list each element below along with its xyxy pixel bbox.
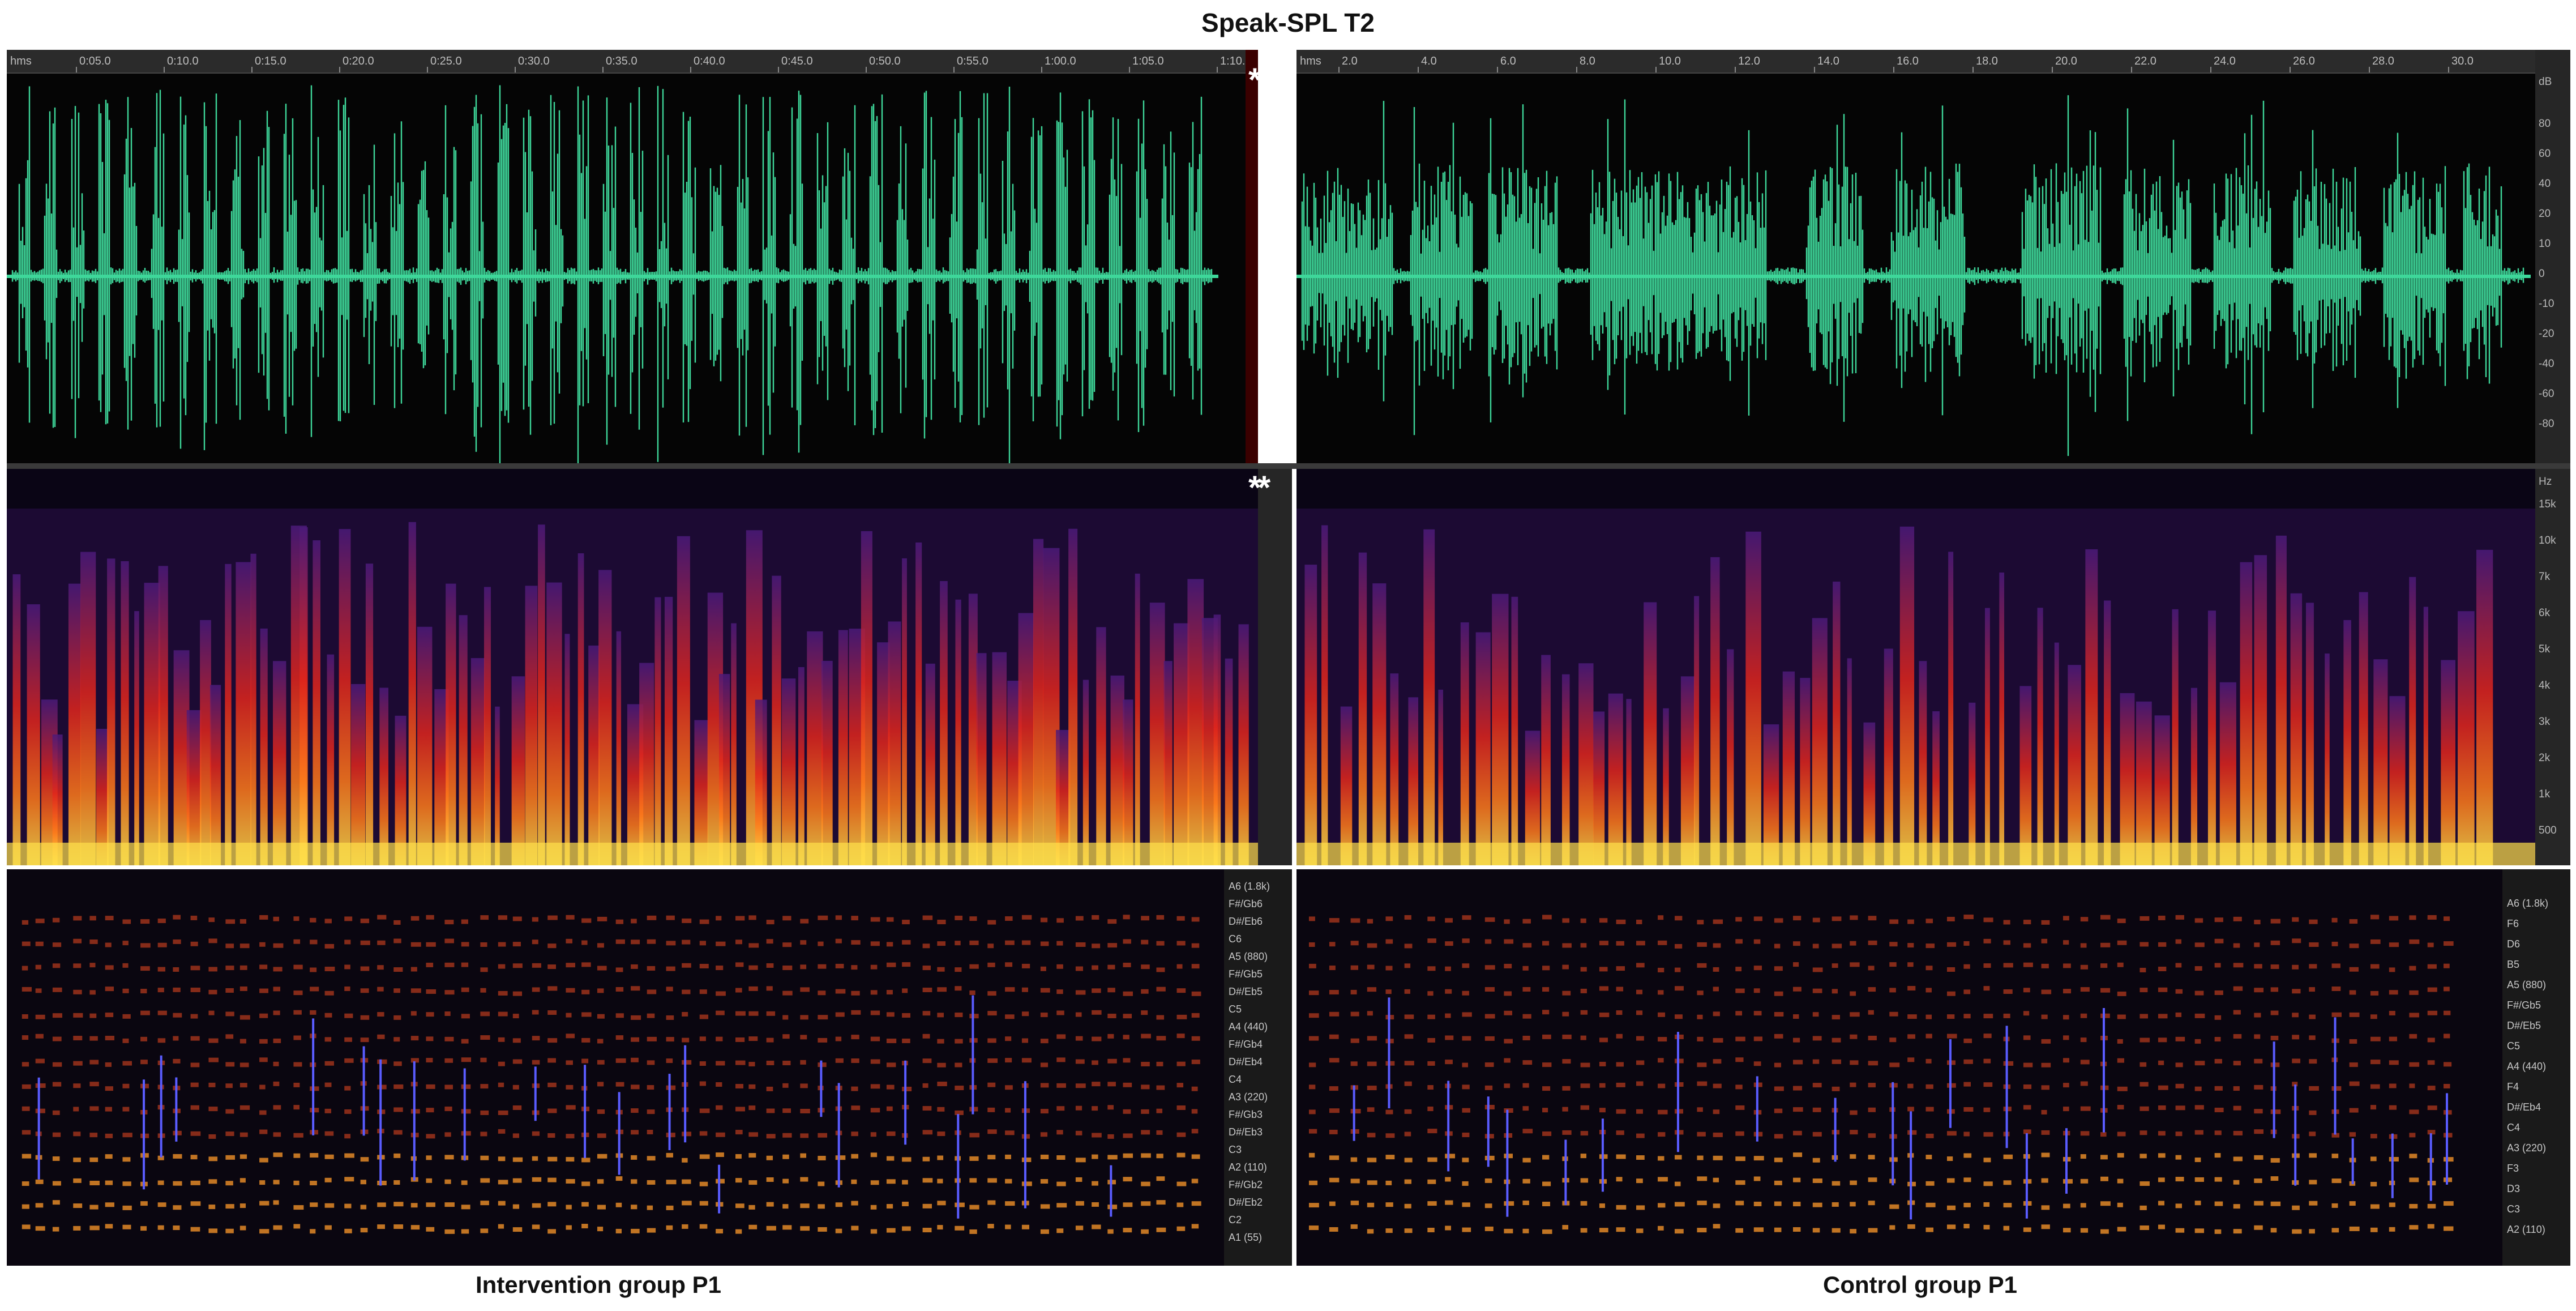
note-scale-label: F6 <box>2507 918 2519 929</box>
note-scale-label: D#/Eb4 <box>2507 1101 2541 1113</box>
left-hz-scale-strip <box>1258 469 1292 865</box>
note-scale-label: F#/Gb2 <box>1229 1179 1263 1190</box>
note-scale-label: A4 (440) <box>1229 1021 1268 1032</box>
note-scale-label: B5 <box>2507 959 2520 970</box>
note-scale-label: C5 <box>1229 1003 1242 1015</box>
db-scale-label: 80 <box>2539 118 2551 130</box>
left-pitch-panel[interactable] <box>7 869 1224 1266</box>
note-scale-label: D3 <box>2507 1183 2521 1194</box>
db-scale-label: 60 <box>2539 148 2551 160</box>
note-scale-label: A4 (440) <box>2507 1061 2547 1072</box>
right-pitch-display <box>1308 915 2454 1234</box>
note-scale-label: F#/Gb4 <box>1229 1039 1263 1050</box>
figure-title: Speak-SPL T2 <box>1201 8 1375 37</box>
note-scale-label: C6 <box>1229 933 1242 945</box>
note-scale-label: D#/Eb2 <box>1229 1197 1263 1208</box>
note-scale-label: D#/Eb6 <box>1229 916 1263 927</box>
right-note-scale: A6 (1.8k) F6 D6 B5 A5 (880) F#/Gb5 D#/Eb5 C5 A4 … <box>2502 869 2570 1266</box>
note-scale-label: A3 (220) <box>1229 1091 1268 1103</box>
note-scale-label: D#/Eb4 <box>1229 1056 1263 1067</box>
note-scale-label: A6 (1.8k) <box>2507 898 2549 909</box>
right-pitch-panel[interactable] <box>1296 869 2502 1266</box>
hz-unit-label: Hz <box>2539 476 2552 488</box>
left-waveform-panel[interactable]: hms 0:05.0 0:10.0 0:15.0 0:20.0 0:25.0 0:30.0… <box>7 50 1258 463</box>
right-caption: Control group P1 <box>1823 1271 2017 1298</box>
left-spectrogram-panel[interactable] <box>7 469 1258 865</box>
note-scale-label: C5 <box>2507 1040 2521 1052</box>
hz-scale-label: 15k <box>2539 498 2556 510</box>
note-scale-label: C4 <box>2507 1122 2521 1133</box>
note-scale-label: F#/Gb5 <box>1229 968 1263 980</box>
note-scale-label: C3 <box>1229 1144 1242 1155</box>
db-scale-label: -40 <box>2539 358 2554 370</box>
hz-scale-label: 6k <box>2539 607 2551 619</box>
note-scale-label: C4 <box>1229 1074 1242 1085</box>
left-caption: Intervention group P1 <box>476 1271 722 1298</box>
left-waveform <box>7 85 1218 463</box>
note-scale-label: F#/Gb3 <box>1229 1109 1263 1120</box>
left-spectrogram <box>7 469 1258 865</box>
note-scale-label: D6 <box>2507 938 2521 950</box>
note-scale-label: A5 (880) <box>2507 979 2547 990</box>
note-scale-label: F#/Gb6 <box>1229 898 1263 909</box>
note-scale-label: A6 (1.8k) <box>1229 881 1270 892</box>
note-scale-label: C3 <box>2507 1203 2521 1215</box>
hz-scale-label: 1k <box>2539 788 2551 800</box>
hz-scale-label: 7k <box>2539 571 2551 583</box>
right-spectrogram-panel[interactable]: Hz 15k 10k 7k 6k 5k 4k 3k 2k 1k 500 <box>1296 469 2570 865</box>
note-scale-label: A2 (110) <box>1229 1161 1267 1173</box>
note-scale-label: D#/Eb3 <box>1229 1126 1263 1138</box>
hz-scale-label: 4k <box>2539 680 2551 691</box>
left-pitch-display <box>22 915 1201 1234</box>
right-waveform <box>1296 95 2531 456</box>
note-scale-label: A1 (55) <box>1229 1232 1263 1243</box>
note-scale-label: F#/Gb5 <box>2507 1000 2541 1011</box>
hz-scale-label: 10k <box>2539 535 2556 546</box>
hz-scale: Hz 15k 10k 7k 6k 5k 4k 3k 2k 1k 500 <box>2535 469 2570 865</box>
hz-scale-label: 2k <box>2539 752 2551 764</box>
note-scale-label: D#/Eb5 <box>2507 1020 2541 1031</box>
db-scale-label: -10 <box>2539 298 2554 310</box>
note-scale-label: D#/Eb5 <box>1229 986 1263 997</box>
db-scale-label: -60 <box>2539 388 2554 400</box>
db-scale: dB 80 60 40 20 10 0 -10 -20 -40 -60 -80 <box>2535 50 2570 463</box>
hz-scale-label: 3k <box>2539 716 2551 728</box>
panel-divider <box>7 463 2570 469</box>
right-spectrogram <box>1296 469 2570 865</box>
db-scale-label: 0 <box>2539 268 2545 280</box>
note-scale-label: A5 (880) <box>1229 951 1268 962</box>
spectrogram-significance-marker: ** <box>1248 469 1270 506</box>
db-scale-label: -20 <box>2539 328 2554 340</box>
db-scale-label: 40 <box>2539 178 2551 190</box>
db-unit-label: dB <box>2539 76 2552 88</box>
right-waveform-panel[interactable]: hms 2.0 4.0 6.0 8.0 10.0 12.0 14.0 16.0 18.0 20.0… <box>1296 50 2570 463</box>
note-scale-label: C2 <box>1229 1214 1242 1225</box>
db-scale-label: -80 <box>2539 418 2554 430</box>
db-scale-label: 10 <box>2539 238 2551 250</box>
left-note-scale: A6 (1.8k) F#/Gb6 D#/Eb6 C6 A5 (880) F#/Gb5 D#/… <box>1224 869 1292 1266</box>
note-scale-label: F4 <box>2507 1081 2519 1092</box>
note-scale-label: F3 <box>2507 1163 2519 1174</box>
db-scale-label: 20 <box>2539 208 2551 220</box>
left-db-scale-strip <box>1246 50 1258 463</box>
waveform-significance-marker: ** <box>1248 62 1270 99</box>
hz-scale-label: 5k <box>2539 643 2551 655</box>
note-scale-label: A3 (220) <box>2507 1142 2547 1154</box>
note-scale-label: A2 (110) <box>2507 1224 2545 1235</box>
hz-scale-label: 500 <box>2539 825 2557 836</box>
